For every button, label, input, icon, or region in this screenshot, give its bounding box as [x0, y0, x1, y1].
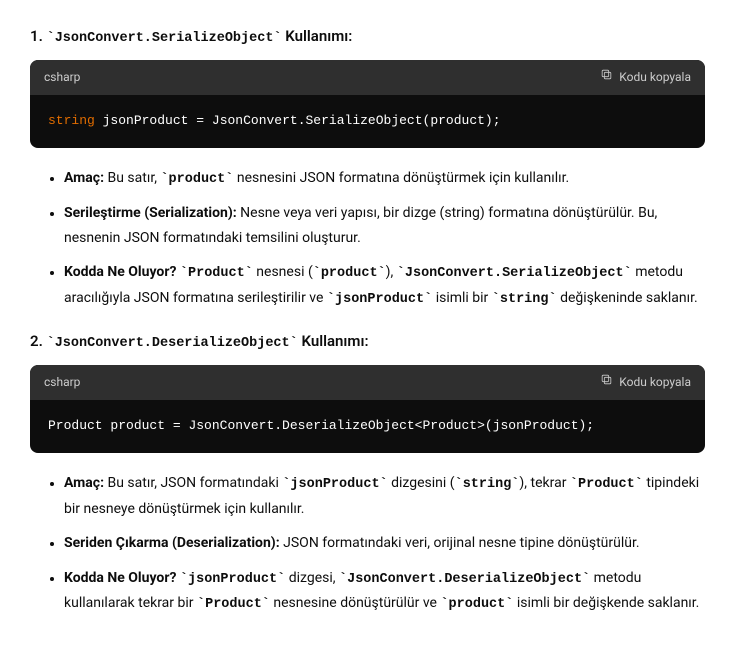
heading-inline-code: `JsonConvert.DeserializeObject` — [47, 336, 298, 351]
bullet-text: nesnesine dönüştürülür ve — [270, 595, 441, 611]
copy-label: Kodu kopyala — [619, 68, 691, 87]
code-token: jsonProduct — [103, 113, 189, 128]
inline-code: `Product` — [197, 597, 270, 612]
bullet-bold: Amaç: — [64, 170, 104, 186]
inline-code: `JsonConvert.DeserializeObject` — [339, 572, 590, 587]
inline-code: `product` — [313, 266, 386, 281]
code-block-body: Product product = JsonConvert.Deserializ… — [30, 400, 705, 453]
inline-code: `jsonProduct` — [180, 572, 285, 587]
copy-label: Kodu kopyala — [619, 373, 691, 392]
list-item: Seriden Çıkarma (Deserialization): JSON … — [64, 531, 705, 556]
code-token: = — [196, 113, 204, 128]
bullet-text: değişkeninde saklanır. — [557, 290, 698, 306]
heading-suffix: Kullanımı: — [282, 27, 353, 45]
inline-code: `jsonProduct` — [327, 292, 432, 307]
code-token: string — [48, 113, 95, 128]
inline-code: `string` — [455, 477, 520, 492]
code-token: JsonConvert.SerializeObject(product); — [212, 113, 501, 128]
bullet-bold: Seriden Çıkarma (Deserialization): — [64, 535, 280, 551]
code-block: csharp Kodu kopyala Product product = Json… — [30, 365, 705, 453]
list-item: Serileştirme (Serialization): Nesne veya… — [64, 201, 705, 250]
copy-code-button[interactable]: Kodu kopyala — [600, 68, 691, 87]
copy-icon — [600, 68, 613, 87]
bullet-text: isimli bir — [432, 290, 492, 306]
bullet-text: dizgesi, — [285, 570, 339, 586]
inline-code: `string` — [492, 292, 557, 307]
list-item: Amaç: Bu satır, `product` nesnesini JSON… — [64, 166, 705, 192]
bullet-text: JSON formatındaki veri, orijinal nesne t… — [280, 535, 640, 551]
code-block-body: string jsonProduct = JsonConvert.Seriali… — [30, 95, 705, 148]
code-block: csharp Kodu kopyala string jsonProduct = J… — [30, 60, 705, 148]
list-item: Amaç: Bu satır, JSON formatındaki `jsonP… — [64, 471, 705, 521]
inline-code: `Product` — [570, 477, 643, 492]
code-token: = — [173, 418, 181, 433]
bullet-bold: Kodda Ne Oluyor? — [64, 570, 176, 586]
copy-icon — [600, 373, 613, 392]
code-block-header: csharp Kodu kopyala — [30, 60, 705, 95]
code-token: JsonConvert.DeserializeObject<Product>(j… — [181, 418, 594, 433]
bullet-text: nesnesi ( — [253, 264, 313, 280]
bullet-bold: Amaç: — [64, 475, 104, 491]
bullet-text: ), tekrar — [519, 475, 570, 491]
bullet-bold: Serileştirme (Serialization): — [64, 205, 237, 221]
bullet-list: Amaç: Bu satır, `product` nesnesini JSON… — [30, 166, 705, 312]
inline-code: `jsonProduct` — [282, 477, 387, 492]
inline-code: `product` — [160, 172, 233, 187]
bullet-list: Amaç: Bu satır, JSON formatındaki `jsonP… — [30, 471, 705, 617]
section-heading: 1. `JsonConvert.SerializeObject` Kullanı… — [30, 24, 705, 50]
heading-suffix: Kullanımı: — [298, 332, 369, 350]
code-lang-label: csharp — [44, 68, 80, 87]
bullet-text: Bu satır, — [104, 170, 160, 186]
inline-code: `product` — [440, 597, 513, 612]
code-lang-label: csharp — [44, 373, 80, 392]
copy-code-button[interactable]: Kodu kopyala — [600, 373, 691, 392]
heading-inline-code: `JsonConvert.SerializeObject` — [47, 31, 282, 46]
bullet-text: nesnesini JSON formatına dönüştürmek içi… — [233, 170, 569, 186]
section-heading: 2. `JsonConvert.DeserializeObject` Kulla… — [30, 329, 705, 355]
heading-number: 1. — [30, 27, 43, 45]
code-block-header: csharp Kodu kopyala — [30, 365, 705, 400]
inline-code: `Product` — [180, 266, 253, 281]
bullet-text: dizgesini ( — [388, 475, 455, 491]
list-item: Kodda Ne Oluyor? `jsonProduct` dizgesi, … — [64, 566, 705, 617]
bullet-bold: Kodda Ne Oluyor? — [64, 264, 176, 280]
bullet-text: ), — [386, 264, 397, 280]
inline-code: `JsonConvert.SerializeObject` — [397, 266, 632, 281]
heading-number: 2. — [30, 332, 43, 350]
bullet-text: Bu satır, JSON formatındaki — [104, 475, 282, 491]
list-item: Kodda Ne Oluyor? `Product` nesnesi (`pro… — [64, 260, 705, 311]
code-token: Product product — [48, 418, 173, 433]
bullet-text: isimli bir değişkende saklanır. — [513, 595, 699, 611]
